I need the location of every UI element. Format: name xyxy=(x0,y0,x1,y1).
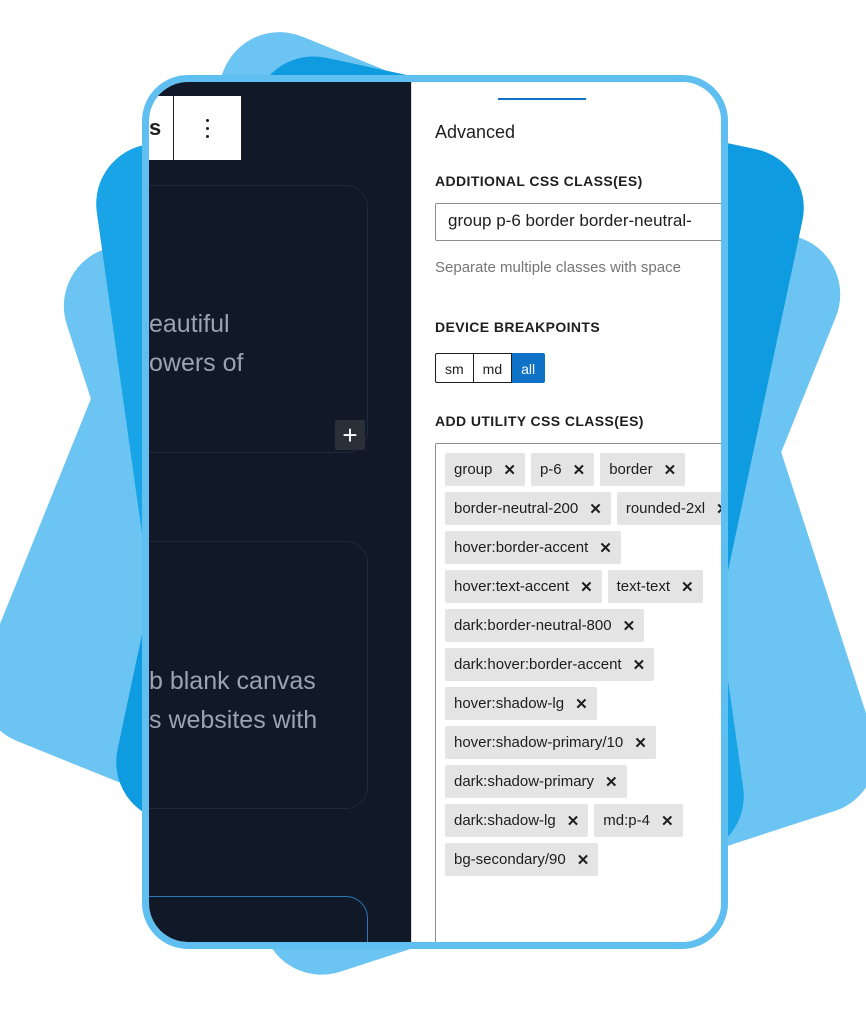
utility-class-token[interactable]: p-6 ✕ xyxy=(530,453,595,486)
remove-token-icon[interactable]: ✕ xyxy=(681,578,694,596)
more-vertical-icon xyxy=(205,118,209,138)
utility-class-token[interactable]: group ✕ xyxy=(445,453,525,486)
utility-class-token[interactable]: hover:shadow-primary/10 ✕ xyxy=(445,726,656,759)
utility-class-token[interactable]: dark:shadow-primary ✕ xyxy=(445,765,627,798)
remove-token-icon[interactable]: ✕ xyxy=(623,617,636,635)
remove-token-icon[interactable]: ✕ xyxy=(589,500,602,518)
token-label: text-text xyxy=(616,578,670,595)
utility-class-token[interactable]: hover:shadow-lg ✕ xyxy=(445,687,597,720)
token-label: dark:shadow-lg xyxy=(454,812,556,829)
utility-classes-label: ADD UTILITY CSS CLASS(ES) xyxy=(435,413,644,429)
settings-sidebar: Advanced ADDITIONAL CSS CLASS(ES) group … xyxy=(411,82,721,942)
utility-class-token[interactable]: border ✕ xyxy=(600,453,686,486)
remove-token-icon[interactable]: ✕ xyxy=(633,656,646,674)
css-class-label: ADDITIONAL CSS CLASS(ES) xyxy=(435,173,643,189)
breakpoint-md-button[interactable]: md xyxy=(473,353,513,383)
card-text-line: b blank canvas xyxy=(149,667,316,695)
token-label: md:p-4 xyxy=(603,812,650,829)
panel-title[interactable]: Advanced xyxy=(435,122,515,143)
remove-token-icon[interactable]: ✕ xyxy=(577,851,590,869)
utility-class-token[interactable]: hover:border-accent ✕ xyxy=(445,531,621,564)
utility-class-token[interactable]: dark:hover:border-accent ✕ xyxy=(445,648,655,681)
content-card-selected[interactable] xyxy=(149,896,368,942)
token-label: border xyxy=(609,461,653,478)
css-class-input[interactable]: group p-6 border border-neutral- xyxy=(435,203,721,241)
utility-classes-field[interactable]: group ✕ p-6 ✕ border ✕ border-neutral-200 ✕ roun… xyxy=(435,443,721,942)
token-label: hover:shadow-primary/10 xyxy=(454,734,624,751)
token-label: hover:text-accent xyxy=(454,578,570,595)
token-label: bg-secondary/90 xyxy=(454,851,566,868)
token-label: dark:hover:border-accent xyxy=(454,656,622,673)
card-text: eautiful owers of xyxy=(149,305,243,383)
remove-token-icon[interactable]: ✕ xyxy=(503,461,516,479)
utility-class-token[interactable]: border-neutral-200 ✕ xyxy=(445,492,611,525)
active-tab-indicator xyxy=(498,98,586,100)
token-label: hover:shadow-lg xyxy=(454,695,565,712)
remove-token-icon[interactable]: ✕ xyxy=(567,812,580,830)
card-text-line: eautiful xyxy=(149,310,230,338)
remove-token-icon[interactable]: ✕ xyxy=(664,461,677,479)
token-label: hover:border-accent xyxy=(454,539,589,556)
remove-token-icon[interactable]: ✕ xyxy=(634,734,647,752)
token-label: p-6 xyxy=(539,461,562,478)
card-text-line: owers of xyxy=(149,349,244,377)
block-toolbar: s xyxy=(149,96,242,160)
add-block-button[interactable]: + xyxy=(335,420,365,450)
remove-token-icon[interactable]: ✕ xyxy=(661,812,674,830)
toolbar-partial-button[interactable]: s xyxy=(149,96,174,160)
utility-class-token[interactable]: text-text ✕ xyxy=(607,570,703,603)
token-label: dark:border-neutral-800 xyxy=(454,617,612,634)
remove-token-icon[interactable]: ✕ xyxy=(605,773,618,791)
breakpoint-toggle-group: sm md all xyxy=(435,353,546,383)
token-list: group ✕ p-6 ✕ border ✕ border-neutral-200 ✕ roun… xyxy=(445,453,721,876)
utility-class-token[interactable]: dark:shadow-lg ✕ xyxy=(445,804,589,837)
card-text-line: s websites with xyxy=(149,706,318,734)
utility-class-token[interactable]: hover:text-accent ✕ xyxy=(445,570,602,603)
more-options-button[interactable] xyxy=(173,96,241,160)
css-class-help: Separate multiple classes with space xyxy=(435,259,681,276)
utility-class-token[interactable]: md:p-4 ✕ xyxy=(594,804,683,837)
breakpoint-all-button[interactable]: all xyxy=(512,353,546,383)
utility-class-token[interactable]: bg-secondary/90 ✕ xyxy=(445,843,599,876)
app-window-frame: s eautiful owers of + b blank canvas s w… xyxy=(142,75,728,949)
token-label: border-neutral-200 xyxy=(454,500,579,517)
remove-token-icon[interactable]: ✕ xyxy=(599,539,612,557)
token-label: dark:shadow-primary xyxy=(454,773,595,790)
editor-canvas: s eautiful owers of + b blank canvas s w… xyxy=(149,82,411,942)
remove-token-icon[interactable]: ✕ xyxy=(575,695,588,713)
remove-token-icon[interactable]: ✕ xyxy=(580,578,593,596)
breakpoints-label: DEVICE BREAKPOINTS xyxy=(435,319,601,335)
card-text: b blank canvas s websites with xyxy=(149,662,317,740)
token-label: group xyxy=(454,461,493,478)
breakpoint-sm-button[interactable]: sm xyxy=(435,353,474,383)
utility-class-token[interactable]: dark:border-neutral-800 ✕ xyxy=(445,609,645,642)
remove-token-icon[interactable]: ✕ xyxy=(573,461,586,479)
remove-token-icon[interactable]: ✕ xyxy=(716,500,721,518)
utility-class-token[interactable]: rounded-2xl ✕ xyxy=(616,492,721,525)
token-label: rounded-2xl xyxy=(625,500,706,517)
